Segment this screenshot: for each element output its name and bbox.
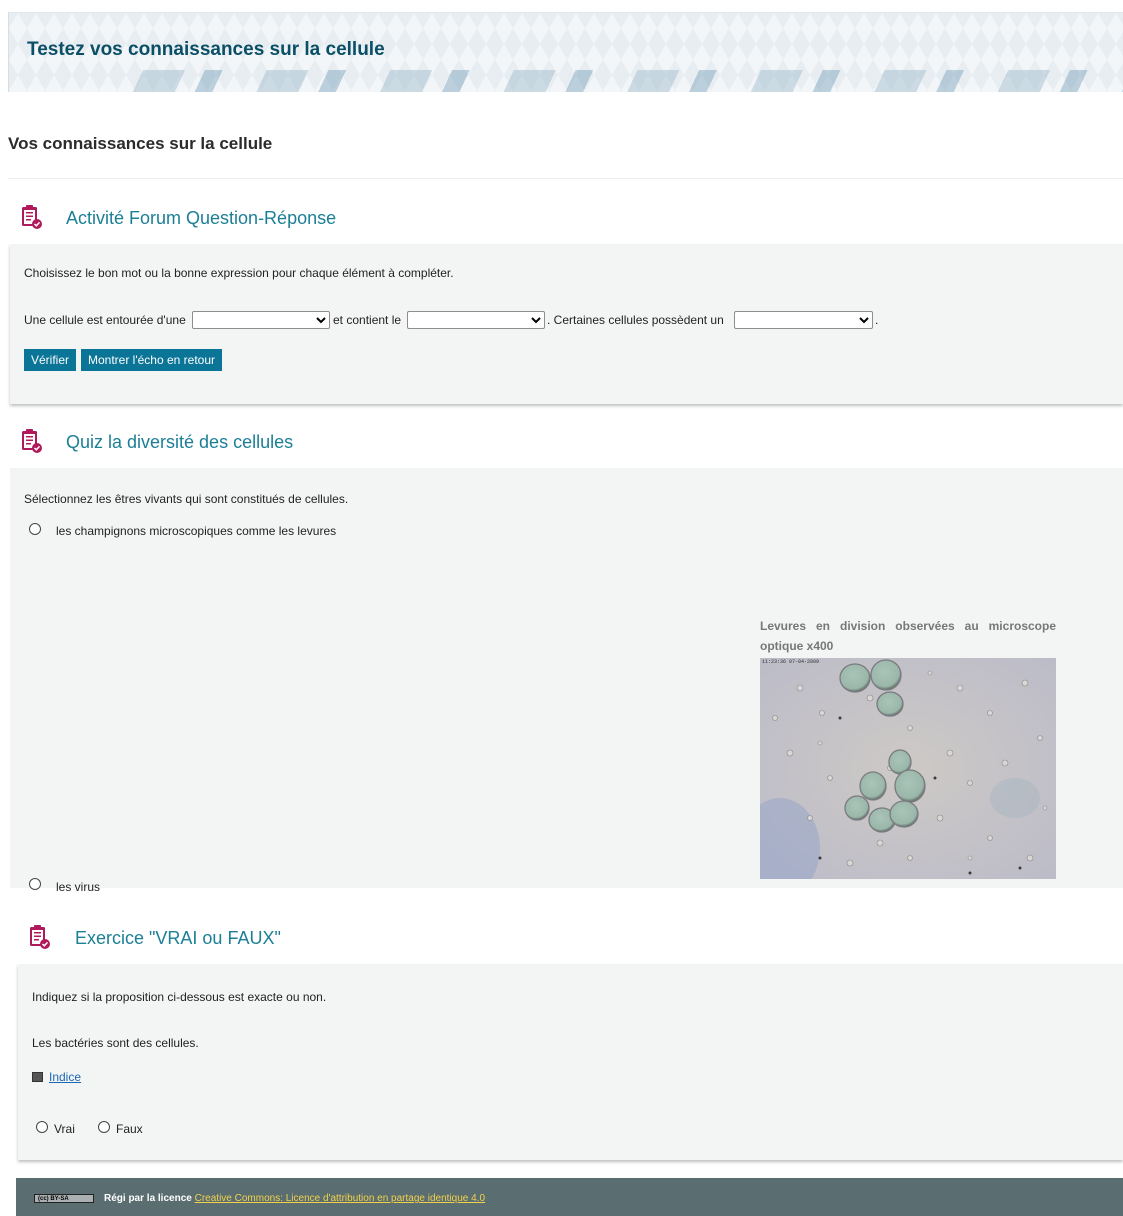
activity-true-false: Indiquez si la proposition ci-dessous es… [0,916,1123,1164]
header-title: Testez vos connaissances sur la cellule [27,39,385,60]
license-link[interactable]: Creative Commons: Licence d'attribution … [195,1193,485,1204]
verify-button[interactable]: Vérifier [24,349,77,371]
activity-fill-blanks-body: Choisissez le bon mot ou la bonne expres… [10,244,1123,404]
true-label: Vrai [54,1122,75,1136]
clipboard-check-icon [22,205,42,229]
instruction-text: Choisissez le bon mot ou la bonne expres… [24,266,454,280]
hint-row: Indice [32,1070,81,1084]
true-radio[interactable] [36,1121,48,1133]
license-text: Régi par la licence Creative Commons: Li… [104,1193,485,1204]
instruction-text: Indiquez si la proposition ci-dessous es… [32,990,327,1004]
yeast-micrograph: 11:23:36 07-04-2009 [760,658,1056,879]
option-yeasts-radio[interactable] [29,523,41,535]
instruction-text: Sélectionnez les êtres vivants qui sont … [24,492,349,506]
header-decoration [99,70,1123,92]
figure-timestamp: 11:23:36 07-04-2009 [762,659,820,665]
activity-quiz-diversity: Sélectionnez les êtres vivants qui sont … [0,420,1123,894]
sentence-part-2: et contient le [333,313,402,327]
yeast-micrograph-image [760,658,1056,879]
clipboard-check-icon [30,925,50,949]
sentence-part-1: Une cellule est entourée d'une [24,313,186,327]
divider [8,178,1123,179]
activity-fill-blanks: Choisissez le bon mot ou la bonne expres… [0,196,1123,408]
option-virus-label: les virus [56,880,101,894]
hint-link[interactable]: Indice [49,1070,81,1084]
activity-quiz-body: Sélectionnez les êtres vivants qui sont … [10,468,1123,894]
activity-true-false-title: Exercice "VRAI ou FAUX" [75,928,281,948]
figure-caption: Levures en division observées au microsc… [760,619,1056,653]
option-yeasts-label: les champignons microscopiques comme les… [56,524,337,538]
statement-text: Les bactéries sont des cellules. [32,1036,199,1050]
hint-image-icon [32,1072,43,1082]
sentence-part-4: . [875,313,879,327]
option-virus-radio[interactable] [29,878,41,890]
blank-select-3[interactable] [734,311,873,329]
blank-select-2[interactable] [407,311,545,329]
page-title: Vos connaissances sur la cellule [8,134,273,153]
site-header: Testez vos connaissances sur la cellule [8,12,1123,92]
clipboard-check-icon [22,429,42,453]
activity-true-false-body: Indiquez si la proposition ci-dessous es… [18,964,1123,1160]
show-feedback-button[interactable]: Montrer l'écho en retour [81,349,223,371]
activity-quiz-title: Quiz la diversité des cellules [66,432,294,452]
blank-select-1[interactable] [192,311,330,329]
license-footer: (cc) BY-SA Régi par la licence Creative … [16,1178,1123,1216]
false-radio[interactable] [98,1121,110,1133]
false-label: Faux [116,1122,143,1136]
activity-fill-blanks-title: Activité Forum Question-Réponse [66,208,337,228]
license-prefix: Régi par la licence [104,1193,192,1204]
sentence-part-3: . Certaines cellules possèdent un [547,313,724,327]
cc-license-icon[interactable]: (cc) BY-SA [34,1194,94,1203]
